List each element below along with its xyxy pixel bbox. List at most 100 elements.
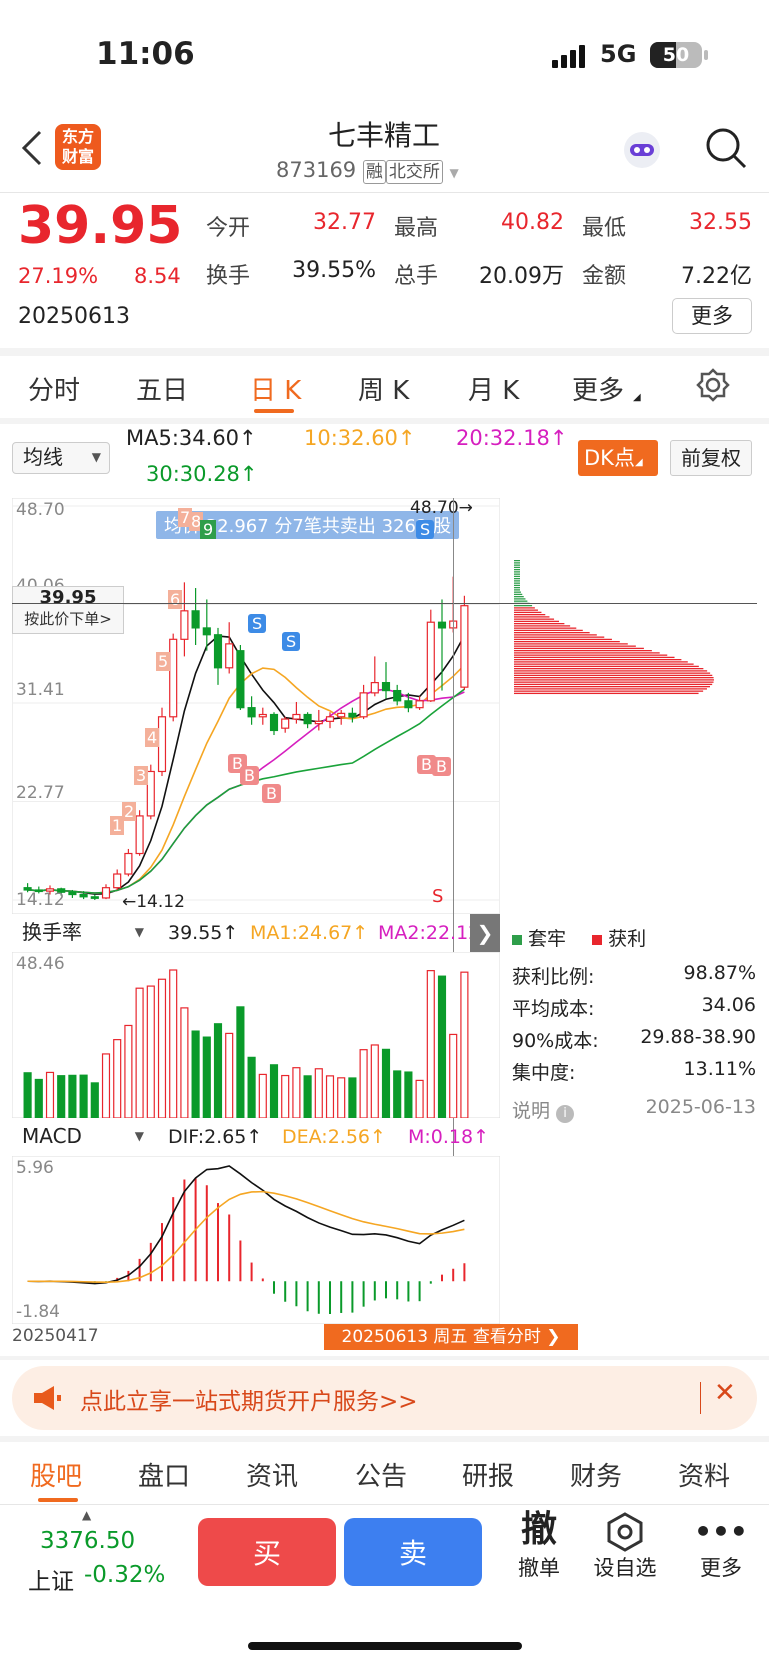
tab-more-corner-icon: ◢ — [633, 392, 641, 403]
hexagon-icon — [590, 1512, 660, 1552]
tab-forum[interactable]: 股吧 — [30, 1456, 82, 1493]
candle-body — [359, 692, 368, 718]
sell-button[interactable]: 卖 — [344, 1518, 482, 1586]
chip-bar — [514, 607, 535, 609]
chip-bar — [514, 582, 520, 584]
chip-bar — [514, 587, 520, 589]
chip-stat-label: 平均成本: — [512, 998, 595, 1020]
view-intraday-badge[interactable]: 20250613 周五 查看分时 ❯ — [324, 1324, 578, 1350]
back-icon[interactable] — [18, 128, 48, 168]
signal-icon — [552, 44, 592, 68]
turnover-bar — [225, 1032, 234, 1119]
forward-adjust-button[interactable]: 前复权 — [670, 440, 752, 476]
chevron-right-icon[interactable]: ❯ — [470, 914, 500, 952]
turnover-bar — [101, 1053, 111, 1119]
settings-gear-icon[interactable] — [696, 368, 730, 402]
profit-legend-icon — [592, 935, 603, 945]
app-logo[interactable]: 东方 财富 — [55, 124, 101, 170]
cancel-order-button[interactable]: 撤 撤单 — [504, 1508, 574, 1582]
profit-legend-label: 获利 — [608, 928, 647, 950]
turnover-bar — [314, 1068, 323, 1119]
kline-chart[interactable]: 48.70 40.06 31.41 22.77 14.12 均价 32.967 … — [12, 498, 500, 914]
ma10-value: 10:32.60↑ — [304, 426, 416, 450]
sell-signal-text: S — [432, 886, 444, 907]
futures-ad-banner[interactable]: 点此立享一站式期货开户服务>> ✕ — [12, 1366, 757, 1430]
chip-bar — [514, 661, 688, 663]
chip-bar — [514, 650, 652, 652]
more-menu-button[interactable]: ••• 更多 — [686, 1512, 756, 1582]
macd-select[interactable]: MACD ▼ — [12, 1122, 152, 1154]
more-menu-label: 更多 — [700, 1556, 742, 1580]
close-icon[interactable]: ✕ — [714, 1378, 736, 1408]
chip-bar — [514, 589, 520, 591]
candle-body — [314, 720, 323, 725]
chip-note[interactable]: 说明 i — [512, 1096, 575, 1123]
turnover-bar — [415, 1079, 424, 1119]
tab-financials[interactable]: 财务 — [570, 1456, 622, 1493]
exchange-tag: 北交所 — [385, 160, 443, 184]
add-favorite-label: 设自选 — [593, 1556, 657, 1580]
turnover-bar — [381, 1048, 391, 1119]
turnover-bar — [236, 1006, 245, 1119]
turnover-bar — [258, 1073, 267, 1119]
add-favorite-button[interactable]: 设自选 — [590, 1512, 660, 1582]
tab-research[interactable]: 研报 — [462, 1456, 514, 1493]
tab-profile[interactable]: 资料 — [678, 1456, 730, 1493]
more-button[interactable]: 更多 — [672, 298, 752, 334]
stock-code-row[interactable]: 873169 融北交所 ▼ — [276, 158, 459, 184]
turnover-bar — [169, 969, 178, 1119]
chip-bar — [514, 636, 605, 638]
turnover-bar — [68, 1074, 77, 1119]
chip-bar — [514, 605, 533, 607]
tab-monthly-k[interactable]: 月 K — [468, 370, 519, 407]
candle-body — [258, 713, 267, 718]
tab-intraday[interactable]: 分时 — [28, 370, 80, 407]
chip-bar — [514, 629, 583, 632]
search-icon[interactable] — [704, 126, 748, 170]
corner-icon: ◢ — [634, 457, 643, 468]
chip-bar — [514, 647, 644, 650]
tab-more[interactable]: 更多 — [572, 370, 624, 407]
index-name: 上证 — [28, 1569, 74, 1595]
buy-signal-marker: B — [262, 784, 281, 803]
turnover-bar — [34, 1078, 43, 1119]
more-dots-icon: ••• — [694, 1515, 748, 1548]
turnover-bar — [426, 970, 435, 1119]
candle-body — [79, 893, 88, 898]
dk-point-button[interactable]: DK点◢ — [578, 440, 658, 476]
status-bar: 11:06 5G 50 — [0, 0, 769, 100]
tab-weekly-k[interactable]: 周 K — [358, 370, 409, 407]
stat-label: 总手 — [394, 264, 439, 289]
tab-daily-k[interactable]: 日 K — [250, 370, 301, 407]
candle-body — [325, 716, 335, 722]
chip-bar — [514, 584, 520, 587]
chip-bar — [514, 566, 520, 569]
chip-distribution — [512, 498, 757, 914]
price-crosshair-tag[interactable]: 39.95 按此价下单> — [12, 586, 124, 634]
buy-button[interactable]: 买 — [198, 1518, 336, 1586]
turnover-select[interactable]: 换手率 ▼ — [12, 918, 152, 950]
candle-body — [426, 621, 435, 702]
candle-body — [225, 643, 234, 669]
chevron-down-icon: ▼ — [449, 166, 459, 180]
chip-bar — [514, 645, 636, 647]
turnover-bar — [359, 1049, 368, 1119]
candle-body — [101, 887, 111, 899]
chip-bar — [514, 609, 538, 611]
tab-orderbook[interactable]: 盘口 — [138, 1456, 190, 1493]
chip-bar — [514, 578, 520, 580]
turnover-bar — [247, 1056, 256, 1119]
chip-bar — [514, 674, 713, 677]
robot-avatar-icon[interactable] — [620, 128, 664, 172]
turnover-bar — [404, 1071, 413, 1119]
tab-news[interactable]: 资讯 — [246, 1456, 298, 1493]
network-label: 5G — [600, 40, 637, 68]
tab-five-day[interactable]: 五日 — [136, 370, 188, 407]
tab-announcements[interactable]: 公告 — [355, 1456, 407, 1493]
chip-bar — [514, 625, 571, 627]
ma-select[interactable]: 均线 ▼ — [12, 442, 110, 474]
chip-bar — [514, 652, 660, 654]
index-value[interactable]: 3376.50 — [40, 1528, 135, 1554]
chip-stat-value: 34.06 — [701, 994, 756, 1016]
stock-code: 873169 — [276, 158, 357, 182]
